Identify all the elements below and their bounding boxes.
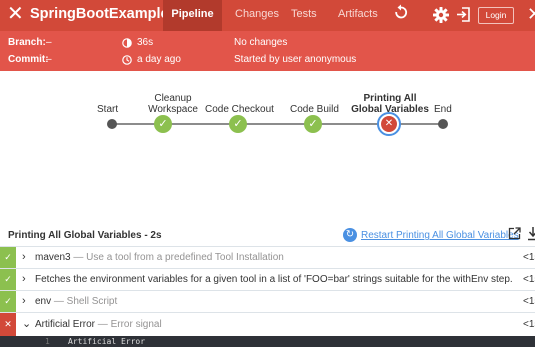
stage-label-end: End [434, 104, 452, 115]
step-duration: <1s [523, 274, 535, 285]
replay-icon[interactable] [394, 4, 408, 25]
checkmark-icon: ✓ [0, 269, 16, 290]
pipeline-graph: Start Cleanup Workspace Code Checkout Co… [0, 71, 535, 181]
checkmark-icon: ✓ [308, 118, 318, 130]
stage-node-printing-all-global-variables[interactable]: ✕ [377, 112, 401, 136]
checkmark-icon: ✓ [0, 247, 16, 268]
login-button[interactable]: Login [478, 7, 514, 24]
step-row-artificial-error[interactable]: ✕ ⌄ Artificial Error — Error signal <1s [0, 312, 535, 336]
commit-value: – [46, 54, 52, 65]
download-icon[interactable] [528, 227, 535, 244]
top-header: ✕ SpringBootExample < 8 Pipeline Changes… [0, 0, 535, 31]
error-x-icon: ✕ [0, 313, 16, 336]
log-title: Printing All Global Variables - 2s [8, 230, 162, 241]
step-description: — Error signal [97, 319, 162, 330]
checkmark-icon: ✓ [158, 118, 168, 130]
stage-node-code-checkout[interactable]: ✓ [229, 115, 247, 133]
step-duration: <1s [523, 319, 535, 330]
step-name: env — Shell Script [35, 296, 118, 307]
stage-label-start: Start [97, 104, 119, 115]
branch-label: Branch: [8, 37, 46, 48]
restart-stage-link[interactable]: Restart Printing All Global Variables [361, 230, 519, 241]
step-description: — Use a tool from a predefined Tool Inst… [73, 252, 284, 263]
stage-label-code-checkout: Code Checkout [205, 104, 274, 115]
stage-label-code-build: Code Build [290, 104, 339, 115]
open-external-icon[interactable] [508, 227, 521, 243]
console-line-text: Artificial Error [68, 337, 146, 346]
restart-icon[interactable]: ↻ [343, 228, 357, 242]
logout-icon[interactable] [456, 7, 471, 27]
stage-node-start [107, 119, 117, 129]
stage-node-code-build[interactable]: ✓ [304, 115, 322, 133]
stage-label-cleanup-workspace: Cleanup Workspace [148, 93, 198, 115]
step-description: — Shell Script [53, 296, 118, 307]
gear-icon[interactable] [433, 7, 449, 28]
chevron-right-icon[interactable]: › [22, 291, 26, 312]
error-x-icon: ✕ [381, 116, 397, 132]
close-icon[interactable]: ✕ [7, 2, 24, 26]
checkmark-icon: ✓ [0, 291, 16, 312]
tab-pipeline[interactable]: Pipeline [163, 0, 222, 31]
step-row-fetch-env-vars[interactable]: ✓ › Fetches the environment variables fo… [0, 268, 535, 290]
step-row-env[interactable]: ✓ › env — Shell Script <1s [0, 290, 535, 312]
commit-label: Commit: [8, 54, 49, 65]
branch-value: – [46, 37, 52, 48]
console-output: 1 Artificial Error [0, 336, 535, 347]
run-summary: Branch: – 36s No changes Commit: – a day… [0, 31, 535, 71]
run-cause: Started by user anonymous [234, 54, 357, 65]
tab-changes[interactable]: Changes [235, 0, 279, 31]
run-time-ago: a day ago [137, 54, 181, 65]
step-row-maven3[interactable]: ✓ › maven3 — Use a tool from a predefine… [0, 246, 535, 268]
stage-node-cleanup-workspace[interactable]: ✓ [154, 115, 172, 133]
close-icon[interactable]: ✕ [527, 3, 535, 25]
step-name: Fetches the environment variables for a … [35, 274, 513, 285]
checkmark-icon: ✓ [233, 118, 243, 130]
stage-node-end [438, 119, 448, 129]
tab-tests[interactable]: Tests [291, 0, 317, 31]
chevron-right-icon[interactable]: › [22, 269, 26, 290]
run-duration: 36s [137, 37, 154, 48]
console-line-number: 1 [45, 337, 50, 346]
step-duration: <1s [523, 296, 535, 307]
clock-icon [122, 52, 132, 71]
chevron-right-icon[interactable]: › [22, 247, 26, 268]
step-name: maven3 — Use a tool from a predefined To… [35, 252, 284, 263]
step-name: Artificial Error — Error signal [35, 319, 162, 330]
changes-text: No changes [234, 37, 288, 48]
tab-artifacts[interactable]: Artifacts [338, 0, 378, 31]
chevron-down-icon[interactable]: ⌄ [22, 313, 31, 336]
step-duration: <1s [523, 252, 535, 263]
